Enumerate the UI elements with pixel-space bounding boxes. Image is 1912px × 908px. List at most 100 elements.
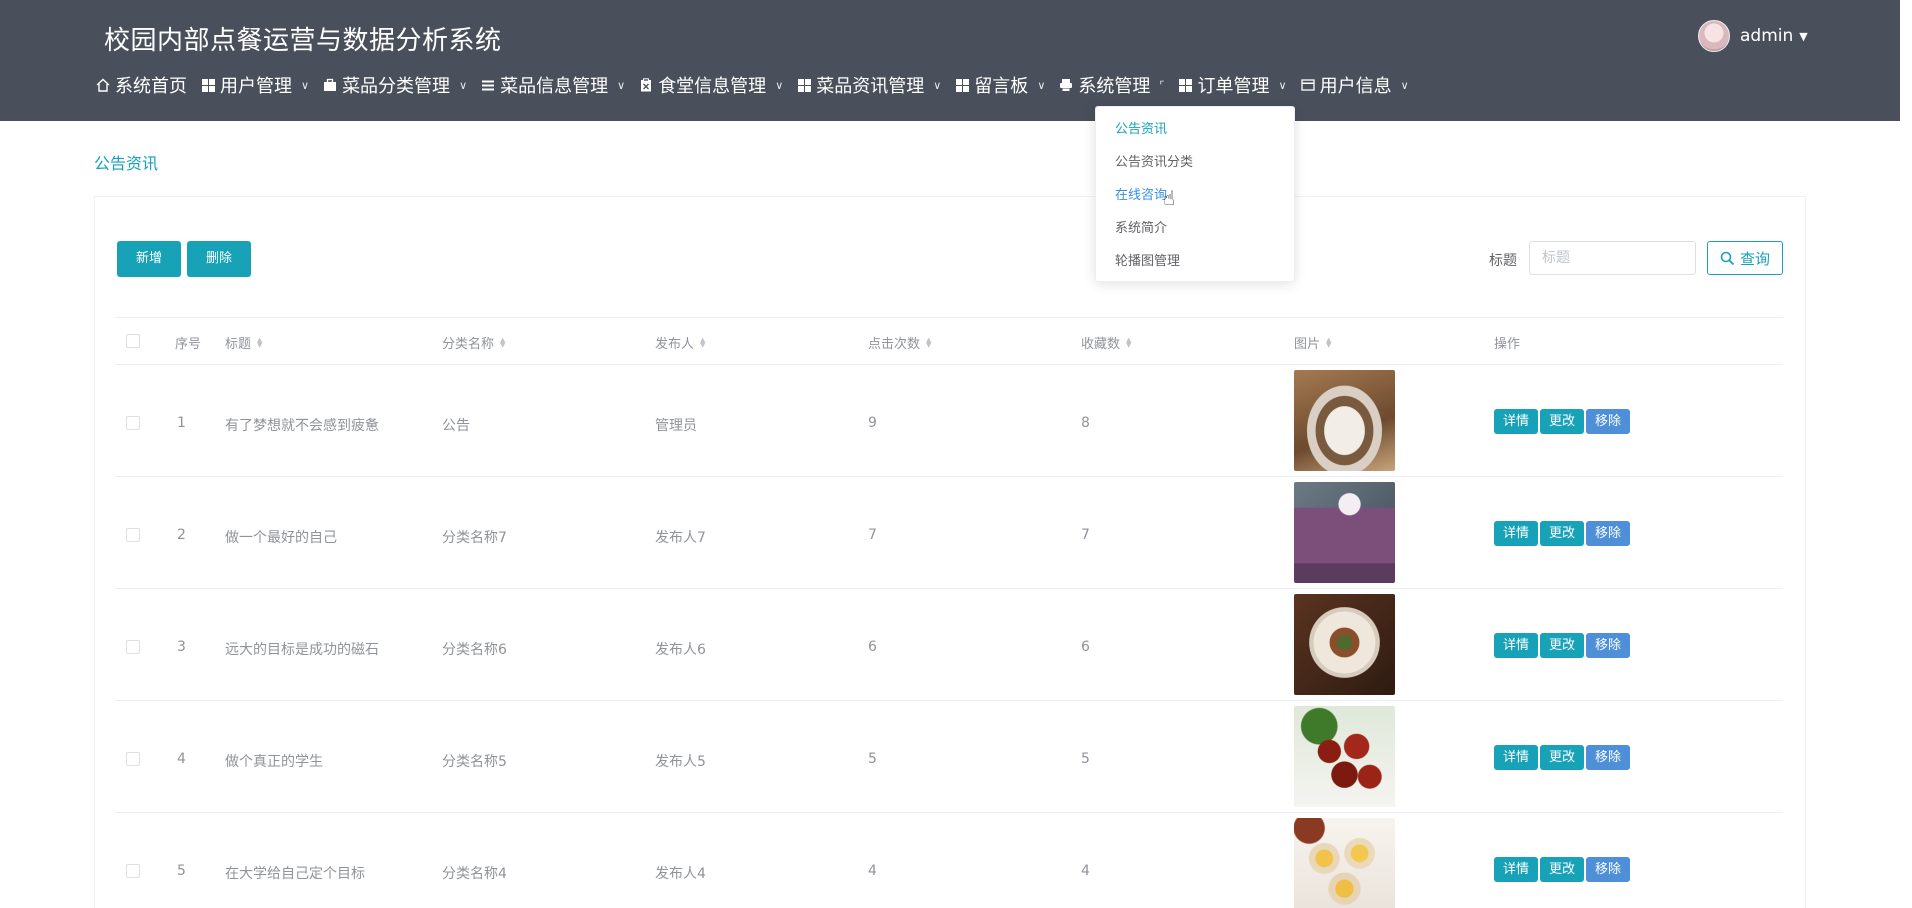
col-image[interactable]: 图片 ▲ ▼ — [1294, 333, 1331, 352]
nav-message-board[interactable]: 留言板 ∨ — [955, 72, 1045, 98]
col-publisher[interactable]: 发布人 ▲ ▼ — [655, 333, 705, 352]
cell-favorites: 5 — [1081, 751, 1090, 767]
search-label: 标题 — [1489, 253, 1517, 269]
row-actions: 详情 更改 移除 — [1494, 633, 1631, 658]
grid-icon — [955, 78, 969, 92]
remove-button[interactable]: 移除 — [1586, 409, 1631, 434]
row-checkbox[interactable] — [126, 416, 140, 430]
col-category[interactable]: 分类名称 ▲ ▼ — [442, 333, 505, 352]
chevron-down-icon: ∨ — [933, 78, 942, 92]
nav-dish-category[interactable]: 菜品分类管理 ∨ — [323, 72, 467, 98]
food-bowl-image[interactable] — [1294, 370, 1395, 471]
sort-icon[interactable]: ▲ ▼ — [1126, 336, 1131, 348]
main-nav: 系统首页 用户管理 ∨ 菜品分类管理 ∨ 菜品信息管理 ∨ 食堂信息管理 ∨ 菜… — [96, 70, 1423, 100]
caret-down-icon[interactable]: ▼ — [1799, 30, 1807, 43]
system-title: 校园内部点餐运营与数据分析系统 — [104, 26, 502, 56]
cell-title: 做个真正的学生 — [225, 754, 323, 770]
col-title[interactable]: 标题 ▲ ▼ — [225, 333, 262, 352]
hand-cursor-icon: ☝ — [1163, 186, 1176, 210]
cell-title: 做一个最好的自己 — [225, 530, 337, 546]
detail-button[interactable]: 详情 — [1494, 521, 1539, 546]
remove-button[interactable]: 移除 — [1586, 745, 1631, 770]
menu-item-announcements[interactable]: 公告资讯 — [1096, 113, 1294, 146]
table-row: 4 做个真正的学生 分类名称5 发布人5 5 5 详情 更改 移除 — [115, 701, 1783, 813]
edit-button[interactable]: 更改 — [1540, 633, 1585, 658]
top-header: 校园内部点餐运营与数据分析系统 admin ▼ 系统首页 用户管理 ∨ 菜品分类… — [0, 0, 1900, 121]
app-root: 校园内部点餐运营与数据分析系统 admin ▼ 系统首页 用户管理 ∨ 菜品分类… — [0, 0, 1912, 908]
edit-button[interactable]: 更改 — [1540, 857, 1585, 882]
row-checkbox[interactable] — [126, 528, 140, 542]
remove-button[interactable]: 移除 — [1586, 857, 1631, 882]
cell-publisher: 发布人7 — [655, 530, 706, 546]
home-icon — [96, 78, 110, 92]
sort-icon[interactable]: ▲ ▼ — [500, 336, 505, 348]
select-all-checkbox[interactable] — [126, 334, 140, 348]
menu-item-online-consult[interactable]: 在线咨询 — [1096, 179, 1294, 212]
nav-user-info-label: 用户信息 — [1319, 76, 1392, 97]
detail-button[interactable]: 详情 — [1494, 409, 1539, 434]
chevron-down-icon: ∨ — [775, 78, 784, 92]
sort-icon[interactable]: ▲ ▼ — [1326, 336, 1331, 348]
add-button[interactable]: 新增 — [117, 241, 182, 277]
row-checkbox[interactable] — [126, 864, 140, 878]
nav-canteen-info[interactable]: 食堂信息管理 ∨ — [639, 72, 783, 98]
detail-button[interactable]: 详情 — [1494, 745, 1539, 770]
remove-button[interactable]: 移除 — [1586, 633, 1631, 658]
table-row: 2 做一个最好的自己 分类名称7 发布人7 7 7 详情 更改 移除 — [115, 477, 1783, 589]
nav-user-info[interactable]: 用户信息 ∨ — [1300, 72, 1409, 98]
cell-category: 分类名称4 — [442, 866, 507, 882]
nav-users[interactable]: 用户管理 ∨ — [201, 72, 309, 98]
nav-users-label: 用户管理 — [220, 76, 292, 97]
nav-system[interactable]: 系统管理 ⌜ — [1059, 72, 1165, 98]
cell-clicks: 5 — [868, 751, 877, 767]
row-checkbox[interactable] — [126, 640, 140, 654]
nav-dish-info[interactable]: 菜品信息管理 ∨ — [481, 72, 625, 98]
edit-button[interactable]: 更改 — [1540, 745, 1585, 770]
detail-button[interactable]: 详情 — [1494, 633, 1539, 658]
cell-clicks: 6 — [868, 639, 877, 655]
edit-button[interactable]: 更改 — [1540, 409, 1585, 434]
nav-home[interactable]: 系统首页 — [96, 72, 187, 98]
cell-clicks: 7 — [868, 527, 877, 543]
nav-dish-info-label: 菜品信息管理 — [500, 76, 609, 97]
menu-item-announcement-category[interactable]: 公告资讯分类 — [1096, 146, 1294, 179]
cell-index: 4 — [177, 751, 186, 767]
egg-tarts-image[interactable] — [1294, 818, 1395, 908]
jujube-image[interactable] — [1294, 706, 1395, 807]
nav-canteen-info-label: 食堂信息管理 — [658, 76, 767, 97]
chevron-down-icon: ∨ — [301, 78, 310, 92]
chevron-down-icon: ∨ — [1278, 78, 1287, 92]
user-menu[interactable]: admin ▼ — [1698, 20, 1808, 52]
sort-icon[interactable]: ▲ ▼ — [700, 336, 705, 348]
cell-category: 分类名称6 — [442, 642, 507, 658]
plated-dish-image[interactable] — [1294, 594, 1395, 695]
nav-orders[interactable]: 订单管理 ∨ — [1179, 72, 1287, 98]
table-header: 序号 标题 ▲ ▼ 分类名称 ▲ ▼ 发布人 ▲ ▼ 点击次数 ▲ ▼ 收藏数 ▲ ▼ 图片 ▲ ▼ 操… — [115, 317, 1783, 365]
sort-icon[interactable]: ▲ ▼ — [257, 336, 262, 348]
smoothie-image[interactable] — [1294, 482, 1395, 583]
query-button[interactable]: 查询 — [1707, 241, 1783, 275]
user-name[interactable]: admin — [1740, 26, 1793, 46]
menu-item-system-intro[interactable]: 系统简介 — [1096, 212, 1294, 245]
query-label: 查询 — [1739, 249, 1770, 268]
col-index: 序号 — [175, 337, 202, 352]
sort-icon[interactable]: ▲ ▼ — [926, 336, 931, 348]
detail-button[interactable]: 详情 — [1494, 857, 1539, 882]
avatar[interactable] — [1698, 20, 1730, 52]
row-checkbox[interactable] — [126, 752, 140, 766]
menu-item-carousel[interactable]: 轮播图管理 — [1096, 245, 1294, 278]
delete-button[interactable]: 删除 — [187, 241, 252, 277]
cell-index: 1 — [177, 415, 186, 431]
col-favorites[interactable]: 收藏数 ▲ ▼ — [1081, 333, 1131, 352]
col-clicks[interactable]: 点击次数 ▲ ▼ — [868, 333, 931, 352]
table-row: 5 在大学给自己定个目标 分类名称4 发布人4 4 4 详情 更改 移除 — [115, 813, 1783, 908]
card-icon — [1300, 78, 1315, 92]
search-input[interactable] — [1529, 241, 1696, 275]
remove-button[interactable]: 移除 — [1586, 521, 1631, 546]
cell-clicks: 9 — [868, 415, 877, 431]
edit-button[interactable]: 更改 — [1540, 521, 1585, 546]
nav-dish-news[interactable]: 菜品资讯管理 ∨ — [797, 72, 941, 98]
row-actions: 详情 更改 移除 — [1494, 409, 1631, 434]
cell-publisher: 发布人4 — [655, 866, 706, 882]
cell-title: 在大学给自己定个目标 — [225, 866, 365, 882]
